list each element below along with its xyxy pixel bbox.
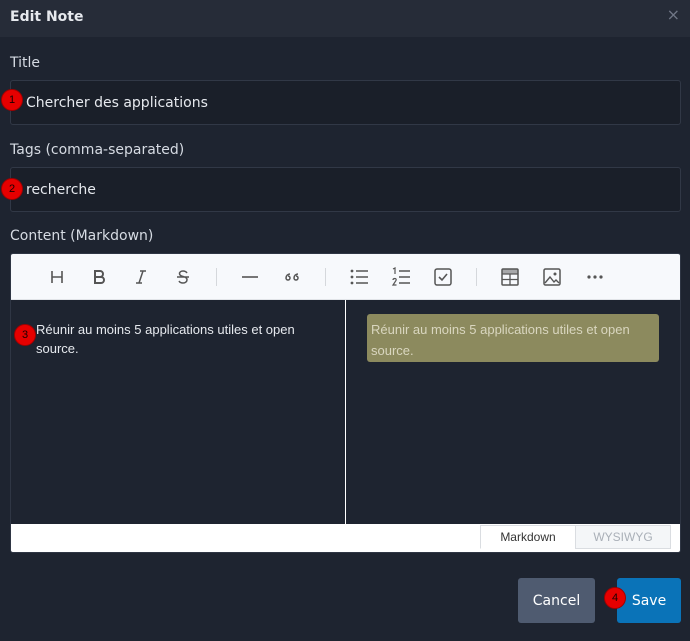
dialog-title: Edit Note [10,9,84,25]
heading-icon[interactable] [44,265,70,289]
step-badge-4: 4 [604,587,626,609]
step-badge-3: 3 [14,324,36,346]
bullet-list-icon[interactable] [346,265,372,289]
toolbar-divider [216,268,217,286]
italic-icon[interactable] [128,265,154,289]
image-icon[interactable] [539,265,565,289]
markdown-editor: Réunir au moins 5 applications utiles et… [10,253,681,553]
preview-pane: Réunir au moins 5 applications utiles et… [347,300,680,524]
title-input[interactable] [10,80,681,125]
quote-icon[interactable] [279,265,305,289]
tags-input[interactable] [10,167,681,212]
step-badge-2: 2 [1,178,23,200]
tags-label: Tags (comma-separated) [10,142,185,158]
save-button[interactable]: Save [617,578,681,623]
table-icon[interactable] [497,265,523,289]
title-label: Title [10,55,41,71]
markdown-text[interactable]: Réunir au moins 5 applications utiles et… [36,320,331,358]
dialog-header: Edit Note × [0,0,690,37]
horizontal-rule-icon[interactable] [237,265,263,289]
bold-icon[interactable] [86,265,112,289]
more-icon[interactable] [582,265,608,289]
task-list-icon[interactable] [430,265,456,289]
preview-text: Réunir au moins 5 applications utiles et… [367,314,659,362]
numbered-list-icon[interactable] [388,265,414,289]
toolbar-divider [476,268,477,286]
markdown-pane[interactable]: Réunir au moins 5 applications utiles et… [11,300,346,524]
close-icon[interactable]: × [667,5,680,24]
strikethrough-icon[interactable] [170,265,196,289]
cancel-button[interactable]: Cancel [518,578,595,623]
wysiwyg-mode-tab[interactable]: WYSIWYG [575,525,671,549]
content-label: Content (Markdown) [10,228,154,244]
toolbar-divider [325,268,326,286]
editor-mode-bar: Markdown WYSIWYG [11,524,680,552]
markdown-mode-tab[interactable]: Markdown [480,525,576,549]
step-badge-1: 1 [1,89,23,111]
editor-toolbar [11,254,680,300]
